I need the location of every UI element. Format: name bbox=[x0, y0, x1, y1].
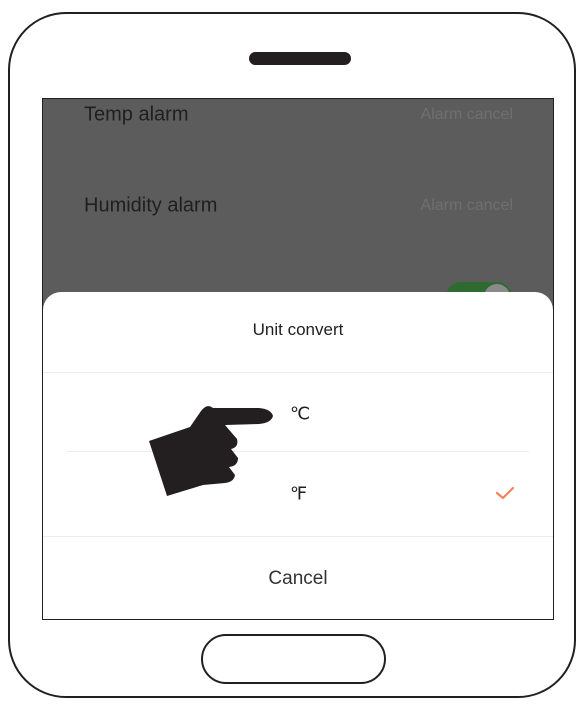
divider bbox=[43, 372, 553, 373]
humidity-alarm-value: Alarm cancel bbox=[420, 197, 513, 214]
celsius-option[interactable]: ℃ bbox=[43, 384, 553, 444]
pointing-hand-icon bbox=[149, 406, 273, 496]
temp-alarm-value: Alarm cancel bbox=[420, 106, 513, 123]
fahrenheit-label: ℉ bbox=[290, 483, 308, 504]
temp-alarm-label: Temp alarm bbox=[84, 103, 189, 126]
humidity-alarm-label: Humidity alarm bbox=[84, 194, 218, 217]
unit-convert-sheet: Unit convert ℃ ℉ Cancel bbox=[43, 292, 553, 619]
temp-alarm-row[interactable]: Temp alarm Alarm cancel bbox=[43, 99, 553, 135]
fahrenheit-option[interactable]: ℉ bbox=[43, 464, 553, 524]
checkmark-icon bbox=[495, 486, 515, 500]
sheet-title: Unit convert bbox=[252, 320, 344, 339]
celsius-label: ℃ bbox=[290, 403, 311, 424]
divider bbox=[43, 536, 553, 537]
phone-screen: Temp alarm Alarm cancel Humidity alarm A… bbox=[42, 98, 554, 620]
phone-speaker bbox=[249, 52, 351, 65]
humidity-alarm-row[interactable]: Humidity alarm Alarm cancel bbox=[43, 186, 553, 226]
home-button[interactable] bbox=[201, 634, 386, 684]
cancel-button[interactable]: Cancel bbox=[43, 554, 553, 604]
divider bbox=[67, 451, 529, 452]
